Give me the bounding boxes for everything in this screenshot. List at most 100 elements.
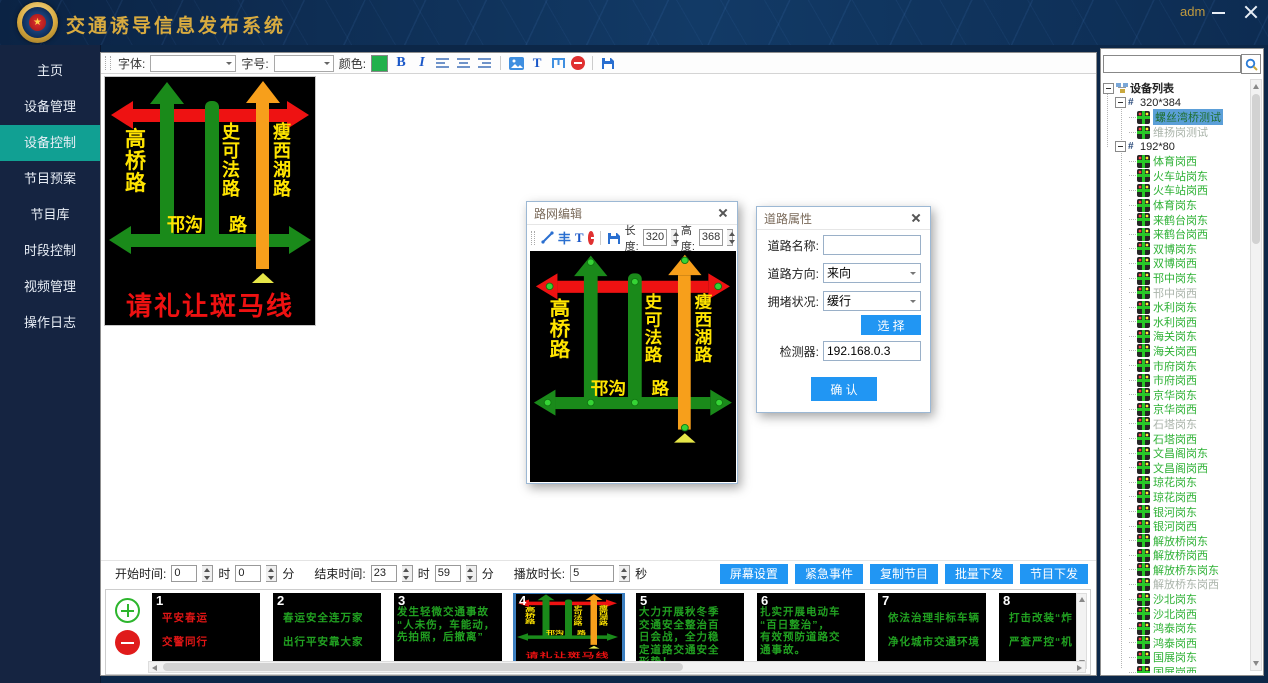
duration-spinner[interactable] <box>619 565 630 582</box>
program-thumbnail-7[interactable]: 7依法治理非标车辆净化城市交通环境 <box>878 593 986 663</box>
device-item[interactable]: 银河岗西 <box>1101 519 1250 534</box>
save-button[interactable] <box>600 55 616 71</box>
device-item[interactable]: 沙北岗西 <box>1101 606 1250 621</box>
device-item[interactable]: 解放桥东岗东 <box>1101 563 1250 578</box>
height-input[interactable]: 368 <box>699 229 723 246</box>
program-strip-vertical-scrollbar[interactable] <box>1076 593 1087 669</box>
device-item[interactable]: 邗中岗东 <box>1101 271 1250 286</box>
road-name-input[interactable] <box>823 235 921 255</box>
program-thumbnail-8[interactable]: 8打击改装“炸严查严控“机 <box>999 593 1077 663</box>
sign-preview[interactable]: 高桥路 史可法路 瘦西湖路 邗沟 路 请礼让斑马线 <box>105 77 315 325</box>
text-tool-button[interactable]: T <box>575 230 584 246</box>
sidebar-item-time-control[interactable]: 时段控制 <box>0 233 100 269</box>
edit-handle[interactable] <box>544 399 552 406</box>
copy-program-button[interactable]: 复制节目 <box>870 564 938 584</box>
delete-button[interactable] <box>571 56 585 70</box>
sidebar-item-program-plan[interactable]: 节目预案 <box>0 161 100 197</box>
device-tree-root[interactable]: 设备列表 <box>1101 81 1250 96</box>
italic-button[interactable]: I <box>414 55 430 71</box>
device-item[interactable]: 鸿泰岗西 <box>1101 636 1250 651</box>
device-item[interactable]: 来鹤台岗东 <box>1101 212 1250 227</box>
device-item[interactable]: 文昌阁岗东 <box>1101 446 1250 461</box>
edit-handle[interactable] <box>681 424 689 431</box>
text-tool-button[interactable]: T <box>529 55 545 71</box>
device-item[interactable]: 螺丝湾桥测试 <box>1101 110 1250 125</box>
remove-program-button[interactable] <box>115 630 140 655</box>
device-item[interactable]: 银河岗东 <box>1101 504 1250 519</box>
device-item[interactable]: 体育岗西 <box>1101 154 1250 169</box>
device-item[interactable]: 海关岗东 <box>1101 329 1250 344</box>
device-item[interactable]: 解放桥东岗西 <box>1101 577 1250 592</box>
sidebar-item-program-library[interactable]: 节目库 <box>0 197 100 233</box>
end-minute-input[interactable]: 59 <box>435 565 461 582</box>
device-group-192*80[interactable]: #192*80 <box>1101 139 1250 154</box>
scroll-right-icon[interactable] <box>1077 665 1082 671</box>
sidebar-item-video-management[interactable]: 视频管理 <box>0 269 100 305</box>
end-hour-spinner[interactable] <box>402 565 413 582</box>
add-program-button[interactable] <box>115 598 140 623</box>
device-item[interactable]: 石塔岗西 <box>1101 431 1250 446</box>
sidebar-item-home[interactable]: 主页 <box>0 53 100 89</box>
start-minute-spinner[interactable] <box>266 565 277 582</box>
scroll-left-icon[interactable] <box>152 665 157 671</box>
color-swatch[interactable] <box>371 55 388 72</box>
device-group-320*384[interactable]: #320*384 <box>1101 96 1250 111</box>
scrollbar-thumb[interactable] <box>163 663 683 671</box>
device-item[interactable]: 解放桥岗西 <box>1101 548 1250 563</box>
close-button[interactable] <box>1240 3 1262 21</box>
insert-image-button[interactable] <box>508 55 524 71</box>
user-label[interactable]: adm <box>1180 4 1205 19</box>
device-item[interactable]: 双博岗西 <box>1101 256 1250 271</box>
align-right-button[interactable] <box>477 55 493 71</box>
device-item[interactable]: 火车站岗东 <box>1101 169 1250 184</box>
edit-handle[interactable] <box>631 278 639 285</box>
device-item[interactable]: 市府岗西 <box>1101 373 1250 388</box>
device-item[interactable]: 琼花岗西 <box>1101 490 1250 505</box>
device-item[interactable]: 国展岗东 <box>1101 650 1250 665</box>
batch-send-button[interactable]: 批量下发 <box>945 564 1013 584</box>
delete-button[interactable] <box>588 231 595 245</box>
emergency-event-button[interactable]: 紧急事件 <box>795 564 863 584</box>
font-size-select[interactable] <box>274 55 334 72</box>
confirm-button[interactable]: 确 认 <box>811 377 877 401</box>
detector-input[interactable] <box>823 341 921 361</box>
end-minute-spinner[interactable] <box>466 565 477 582</box>
scrollbar-thumb[interactable] <box>1252 94 1260 244</box>
device-item[interactable]: 维扬岗测试 <box>1101 125 1250 140</box>
scroll-up-icon[interactable] <box>1079 597 1085 602</box>
edit-handle[interactable] <box>587 399 595 406</box>
search-button[interactable] <box>1241 54 1261 74</box>
edit-handle[interactable] <box>546 283 554 290</box>
program-thumbnail-2[interactable]: 2春运安全连万家出行平安靠大家 <box>273 593 381 663</box>
program-strip-horizontal-scrollbar[interactable] <box>148 661 1086 673</box>
edit-handle[interactable] <box>714 283 722 290</box>
device-item[interactable]: 石塔岗东 <box>1101 417 1250 432</box>
edit-handle[interactable] <box>715 399 723 406</box>
device-item[interactable]: 文昌阁岗西 <box>1101 460 1250 475</box>
font-family-select[interactable] <box>150 55 236 72</box>
ruler-tool-button[interactable] <box>550 55 566 71</box>
start-hour-input[interactable]: 0 <box>171 565 197 582</box>
sidebar-item-device-management[interactable]: 设备管理 <box>0 89 100 125</box>
properties-dialog-titlebar[interactable]: 道路属性 <box>757 207 930 230</box>
screen-settings-button[interactable]: 屏幕设置 <box>720 564 788 584</box>
duration-input[interactable]: 5 <box>570 565 614 582</box>
align-left-button[interactable] <box>435 55 451 71</box>
device-item[interactable]: 水利岗西 <box>1101 315 1250 330</box>
program-thumbnail-5[interactable]: 5大力开展秋冬季交通安全整治百日会战，全力稳定道路交通安全形势！ <box>636 593 744 663</box>
congestion-select[interactable]: 缓行 <box>823 291 921 311</box>
start-minute-input[interactable]: 0 <box>235 565 261 582</box>
properties-close-icon[interactable] <box>909 211 923 225</box>
tree-expander-icon[interactable] <box>1115 97 1126 108</box>
edit-handle[interactable] <box>631 399 639 406</box>
program-thumbnail-6[interactable]: 6扎实开展电动车“百日整治”，有效预防道路交通事故。 <box>757 593 865 663</box>
scroll-up-icon[interactable] <box>1253 84 1259 89</box>
road-direction-select[interactable]: 来向 <box>823 263 921 283</box>
device-search-input[interactable] <box>1103 55 1241 73</box>
length-spinner[interactable] <box>671 229 677 246</box>
device-item[interactable]: 邗中岗西 <box>1101 285 1250 300</box>
start-hour-spinner[interactable] <box>202 565 213 582</box>
device-item[interactable]: 京华岗东 <box>1101 387 1250 402</box>
tree-expander-icon[interactable] <box>1103 83 1114 94</box>
device-item[interactable]: 京华岗西 <box>1101 402 1250 417</box>
